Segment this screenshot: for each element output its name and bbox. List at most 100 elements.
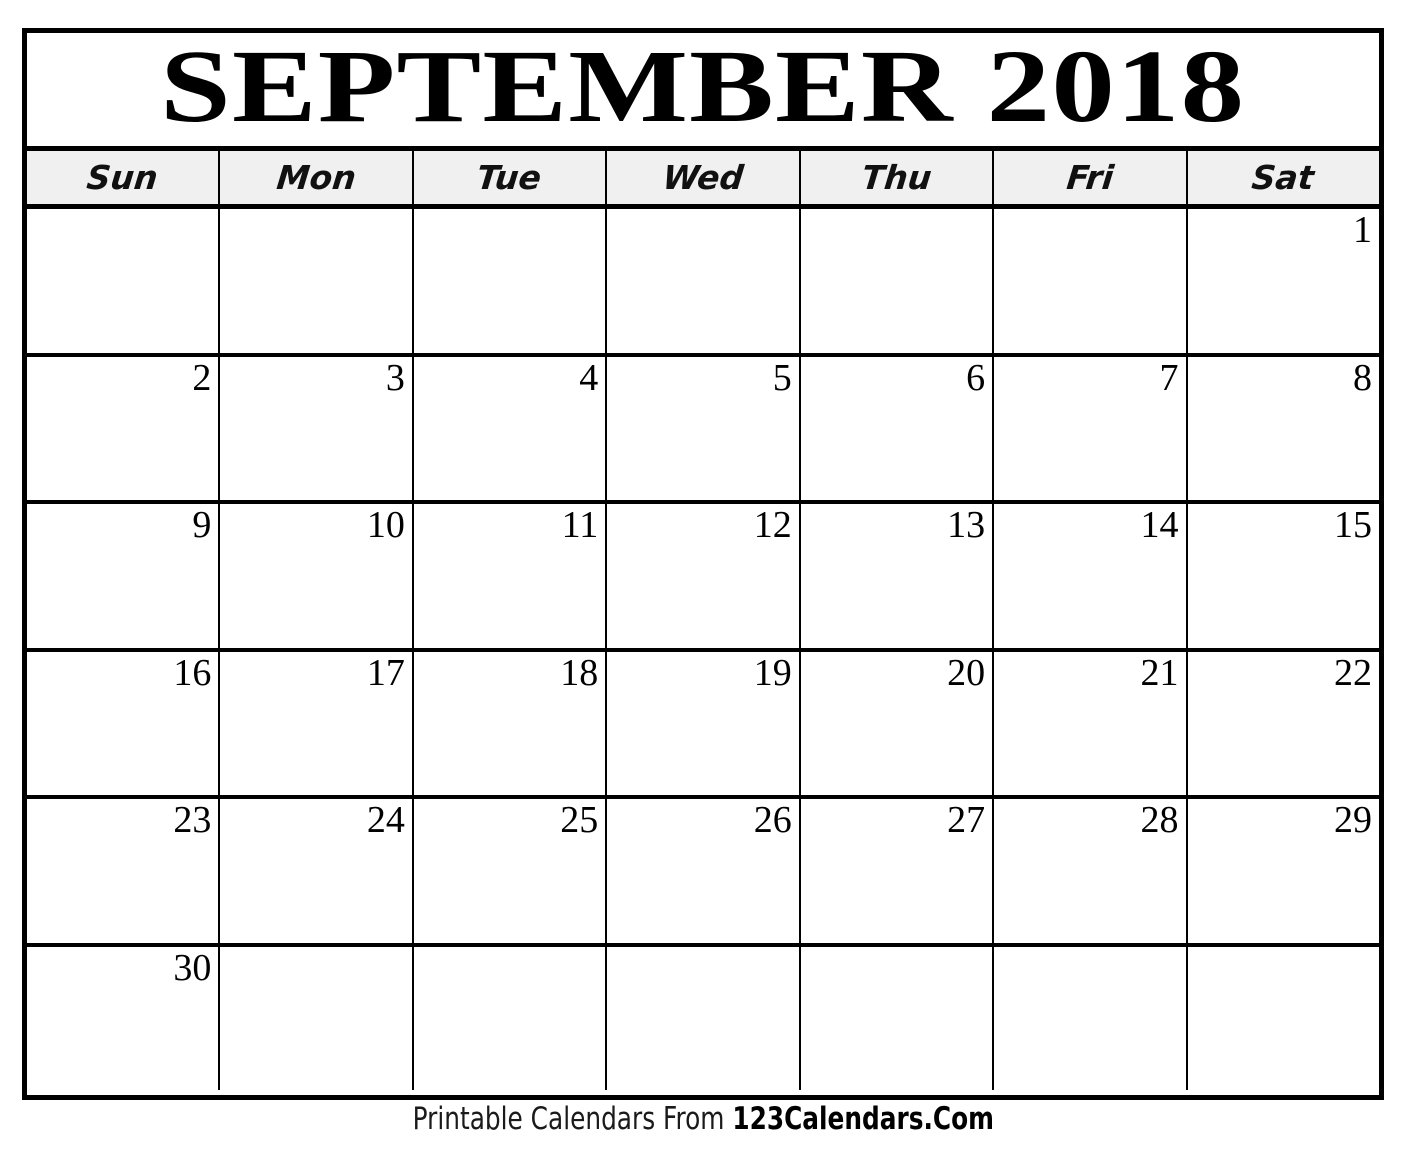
- day-number: 7: [1159, 356, 1179, 399]
- week-row: 16 17 18 19 20 21 22: [27, 651, 1379, 799]
- weekday-label: Sun: [85, 158, 161, 197]
- day-number: 4: [579, 356, 599, 399]
- weekday-label: Thu: [859, 158, 934, 197]
- day-cell[interactable]: 11: [413, 504, 608, 648]
- day-cell[interactable]: [413, 946, 608, 1090]
- day-number: 30: [173, 946, 212, 989]
- day-number: 20: [947, 651, 986, 694]
- footer-text: Printable Calendars From 123Calendars.Co…: [412, 1104, 993, 1135]
- day-number: 11: [561, 504, 599, 546]
- day-cell[interactable]: 23: [27, 799, 221, 943]
- day-number: 17: [366, 651, 405, 694]
- day-cell[interactable]: [413, 209, 608, 353]
- weekday-header-sun: Sun: [27, 151, 221, 204]
- footer: Printable Calendars From 123Calendars.Co…: [0, 1104, 1406, 1135]
- day-cell[interactable]: 29: [1187, 799, 1379, 943]
- day-cell[interactable]: 30: [27, 946, 221, 1090]
- day-cell[interactable]: 19: [607, 651, 801, 795]
- day-cell[interactable]: [220, 209, 414, 353]
- day-cell[interactable]: 21: [994, 651, 1188, 795]
- day-cell[interactable]: 25: [413, 799, 608, 943]
- weekday-header-tue: Tue: [413, 151, 608, 204]
- day-number: 25: [560, 799, 599, 841]
- calendar-page: SEPTEMBER 2018 Sun Mon Tue Wed Thu Fri S…: [0, 0, 1406, 1159]
- day-number: 19: [753, 651, 792, 694]
- day-number: 3: [385, 356, 405, 399]
- day-number: 10: [366, 504, 405, 546]
- day-number: 24: [366, 799, 405, 841]
- calendar-grid: 1 2 3 4 5 6 7 8 9 10 11 12 13 14 15 16 1…: [27, 209, 1379, 1090]
- day-number: 2: [192, 356, 212, 399]
- day-number: 21: [1140, 651, 1179, 694]
- day-cell[interactable]: 1: [1187, 209, 1379, 353]
- day-number: 27: [947, 799, 986, 841]
- day-cell[interactable]: 6: [800, 356, 995, 500]
- day-cell[interactable]: 10: [220, 504, 414, 648]
- day-cell[interactable]: [994, 209, 1188, 353]
- day-cell[interactable]: 26: [607, 799, 801, 943]
- week-row: 9 10 11 12 13 14 15: [27, 504, 1379, 652]
- day-cell[interactable]: 5: [607, 356, 801, 500]
- day-cell[interactable]: 2: [27, 356, 221, 500]
- day-cell[interactable]: 27: [800, 799, 995, 943]
- day-number: 8: [1352, 356, 1372, 399]
- day-cell[interactable]: [220, 946, 414, 1090]
- day-number: 13: [947, 504, 986, 546]
- weekday-header-mon: Mon: [220, 151, 414, 204]
- weekday-header-thu: Thu: [800, 151, 995, 204]
- day-number: 1: [1352, 209, 1372, 251]
- day-number: 28: [1140, 799, 1179, 841]
- day-cell[interactable]: [994, 946, 1188, 1090]
- weekday-header-sat: Sat: [1187, 151, 1379, 204]
- weekday-label: Tue: [475, 158, 544, 197]
- day-cell[interactable]: [800, 946, 995, 1090]
- day-number: 6: [966, 356, 986, 399]
- day-cell[interactable]: 8: [1187, 356, 1379, 500]
- week-row: 2 3 4 5 6 7 8: [27, 356, 1379, 504]
- day-cell[interactable]: 28: [994, 799, 1188, 943]
- weekday-header-wed: Wed: [607, 151, 801, 204]
- day-cell[interactable]: 4: [413, 356, 608, 500]
- weekday-header-fri: Fri: [994, 151, 1188, 204]
- day-cell[interactable]: 15: [1187, 504, 1379, 648]
- page-title: SEPTEMBER 2018: [160, 33, 1246, 144]
- footer-brand-link[interactable]: 123Calendars.Com: [732, 1101, 994, 1137]
- day-cell[interactable]: [27, 209, 221, 353]
- day-number: 12: [753, 504, 792, 546]
- day-cell[interactable]: 12: [607, 504, 801, 648]
- day-cell[interactable]: [800, 209, 995, 353]
- day-cell[interactable]: 14: [994, 504, 1188, 648]
- day-number: 15: [1333, 504, 1372, 546]
- week-row: 1: [27, 209, 1379, 357]
- day-cell[interactable]: 20: [800, 651, 995, 795]
- day-cell[interactable]: [607, 209, 801, 353]
- day-number: 22: [1333, 651, 1372, 694]
- day-cell[interactable]: [1187, 946, 1379, 1090]
- day-cell[interactable]: 24: [220, 799, 414, 943]
- day-cell[interactable]: 3: [220, 356, 414, 500]
- day-number: 18: [560, 651, 599, 694]
- day-number: 9: [192, 504, 212, 546]
- week-row: 30: [27, 946, 1379, 1090]
- day-cell[interactable]: 17: [220, 651, 414, 795]
- day-number: 29: [1333, 799, 1372, 841]
- day-cell[interactable]: 22: [1187, 651, 1379, 795]
- day-number: 23: [173, 799, 212, 841]
- day-number: 16: [173, 651, 212, 694]
- weekday-label: Mon: [274, 158, 358, 197]
- day-cell[interactable]: 13: [800, 504, 995, 648]
- calendar-title-band: SEPTEMBER 2018: [27, 33, 1379, 151]
- week-row: 23 24 25 26 27 28 29: [27, 799, 1379, 947]
- weekday-label: Fri: [1064, 158, 1116, 197]
- day-cell[interactable]: [607, 946, 801, 1090]
- footer-prefix: Printable Calendars From: [412, 1101, 732, 1137]
- day-cell[interactable]: 9: [27, 504, 221, 648]
- day-cell[interactable]: 18: [413, 651, 608, 795]
- day-cell[interactable]: 7: [994, 356, 1188, 500]
- day-number: 26: [753, 799, 792, 841]
- day-cell[interactable]: 16: [27, 651, 221, 795]
- calendar-frame: SEPTEMBER 2018 Sun Mon Tue Wed Thu Fri S…: [22, 28, 1384, 1100]
- weekday-header-row: Sun Mon Tue Wed Thu Fri Sat: [27, 151, 1379, 209]
- day-number: 14: [1140, 504, 1179, 546]
- weekday-label: Sat: [1250, 158, 1317, 197]
